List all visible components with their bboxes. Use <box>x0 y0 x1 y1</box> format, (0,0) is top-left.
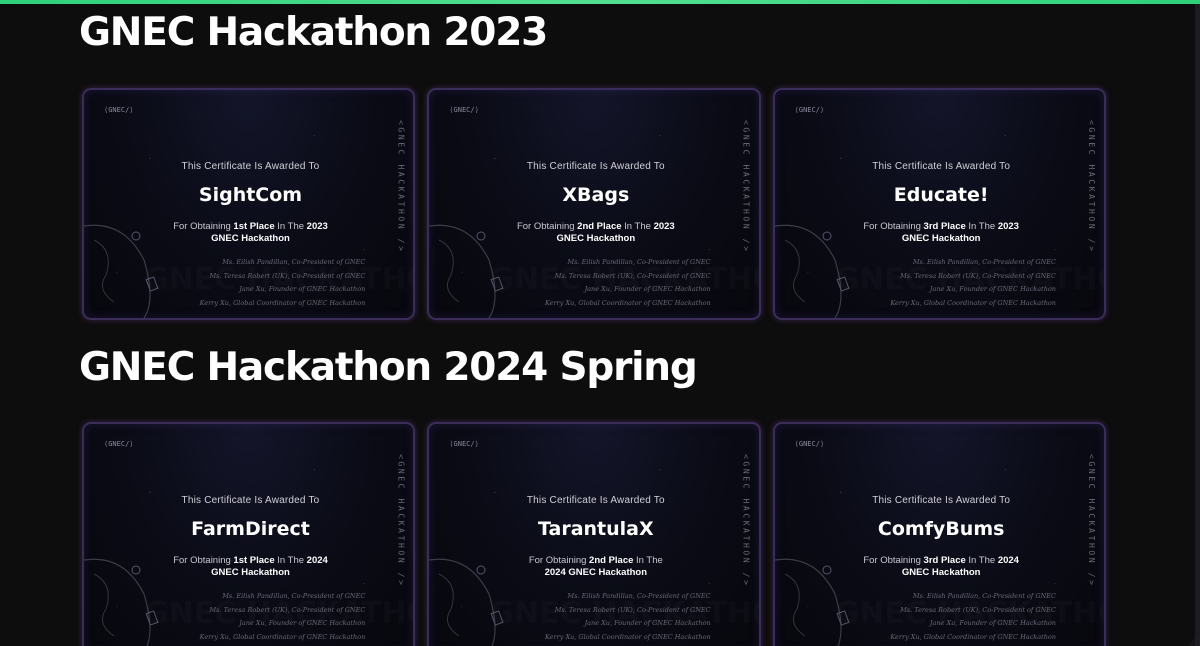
section-title-2024-spring: GNEC Hackathon 2024 Spring <box>79 345 698 390</box>
certificate-event-name: GNEC Hackathon <box>901 233 981 244</box>
certificate-signatures: Ms. Eilish Pandillan, Co-President of GN… <box>890 592 1056 641</box>
certificate-team-name: FarmDirect <box>191 518 310 540</box>
certificate-signatures: Ms. Eilish Pandillan, Co-President of GN… <box>545 258 711 307</box>
certificate-card[interactable]: GNEC HACKATHON ⟨GNEC/⟩ <GNEC HACKATHON /… <box>82 88 416 320</box>
gnec-logo: ⟨GNEC/⟩ <box>794 440 825 448</box>
certificate-awarded-to: This Certificate Is Awarded To <box>181 495 320 506</box>
certificate-event-name: GNEC Hackathon <box>211 567 290 578</box>
certificate-signatures: Ms. Eilish Pandillan, Co-President of GN… <box>199 592 366 641</box>
gnec-logo: ⟨GNEC/⟩ <box>449 106 479 114</box>
certificate-awarded-to: This Certificate Is Awarded To <box>526 495 665 506</box>
certificate-signatures: Ms. Eilish Pandillan, Co-President of GN… <box>890 258 1056 307</box>
certificate-awarded-to: This Certificate Is Awarded To <box>872 161 1011 172</box>
gnec-logo: ⟨GNEC/⟩ <box>104 440 134 448</box>
certificate-card[interactable]: GNEC HACKATHON ⟨GNEC/⟩ <GNEC HACKATHON /… <box>82 422 416 646</box>
certificate-row-2024-spring: GNEC HACKATHON ⟨GNEC/⟩ <GNEC HACKATHON /… <box>82 422 1106 646</box>
certificate-for-line: For Obtaining 2nd Place In The 2023 <box>516 221 675 232</box>
certificate-for-line: For Obtaining 3rd Place In The 2023 <box>863 221 1019 232</box>
gnec-logo: ⟨GNEC/⟩ <box>104 106 134 114</box>
certificate-event-name: GNEC Hackathon <box>556 233 636 244</box>
certificate-team-name: ComfyBums <box>877 518 1005 540</box>
certificate-for-line: For Obtaining 1st Place In The 2024 <box>173 555 328 566</box>
certificate-card[interactable]: GNEC HACKATHON ⟨GNEC/⟩ <GNEC HACKATHON /… <box>427 422 761 646</box>
certificate-row-2023: GNEC HACKATHON ⟨GNEC/⟩ <GNEC HACKATHON /… <box>82 88 1106 320</box>
page-content[interactable]: GNEC Hackathon 2023 GNEC HACKATHON ⟨GNEC… <box>0 4 1195 646</box>
certificate-team-name: SightCom <box>198 184 303 206</box>
certificate-for-line: For Obtaining 1st Place In The 2023 <box>173 221 328 232</box>
window-right-edge <box>1195 4 1200 646</box>
certificate-card[interactable]: GNEC HACKATHON ⟨GNEC/⟩ <GNEC HACKATHON /… <box>427 88 761 320</box>
certificate-team-name: Educate! <box>893 184 989 206</box>
certificate-card[interactable]: GNEC HACKATHON ⟨GNEC/⟩ <GNEC HACKATHON /… <box>772 422 1106 646</box>
certificate-for-line: For Obtaining 3rd Place In The 2024 <box>863 555 1019 566</box>
certificate-awarded-to: This Certificate Is Awarded To <box>181 161 320 172</box>
certificate-team-name: TarantulaX <box>538 518 654 540</box>
gnec-logo: ⟨GNEC/⟩ <box>794 106 825 114</box>
gnec-logo: ⟨GNEC/⟩ <box>449 440 479 448</box>
certificate-team-name: XBags <box>562 184 630 206</box>
certificate-awarded-to: This Certificate Is Awarded To <box>526 161 665 172</box>
certificate-event-name: 2024 GNEC Hackathon <box>544 567 648 578</box>
section-title-2023: GNEC Hackathon 2023 <box>79 10 548 55</box>
certificate-signatures: Ms. Eilish Pandillan, Co-President of GN… <box>199 258 366 307</box>
certificate-event-name: GNEC Hackathon <box>901 567 981 578</box>
certificate-card[interactable]: GNEC HACKATHON ⟨GNEC/⟩ <GNEC HACKATHON /… <box>772 88 1106 320</box>
certificate-signatures: Ms. Eilish Pandillan, Co-President of GN… <box>545 592 711 641</box>
certificate-awarded-to: This Certificate Is Awarded To <box>872 495 1011 506</box>
certificate-for-line: For Obtaining 2nd Place In The <box>528 555 663 566</box>
certificate-event-name: GNEC Hackathon <box>211 233 290 244</box>
